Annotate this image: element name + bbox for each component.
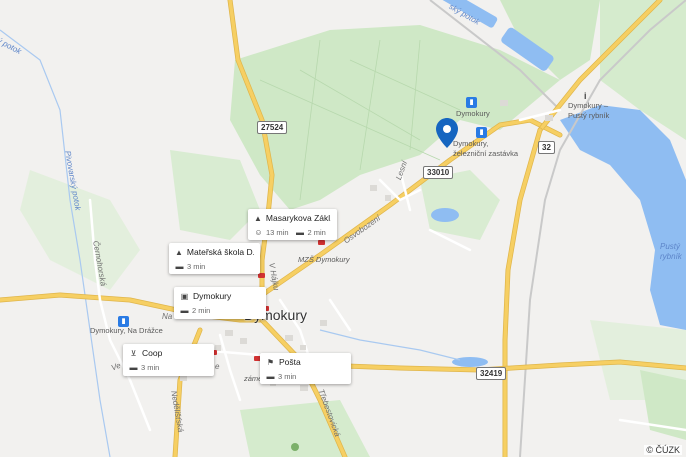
school-icon: ▲ bbox=[254, 213, 262, 223]
station-north-label: Dymokury bbox=[456, 109, 490, 118]
bus-icon: ▣ bbox=[180, 291, 189, 301]
card-drive-time: 3 min bbox=[187, 261, 206, 271]
school-icon: ▲ bbox=[175, 247, 183, 257]
card-drive-time: 2 min bbox=[192, 305, 211, 315]
bus-stop-icon[interactable]: ▮ bbox=[476, 127, 487, 138]
card-title: Pošta bbox=[279, 357, 301, 367]
poi-card-coop[interactable]: ⊻ Coop ▬ 3 min bbox=[123, 344, 214, 376]
poi-card-bus[interactable]: ▣ Dymokury ▬ 2 min bbox=[174, 287, 266, 319]
street-label: e bbox=[215, 362, 220, 371]
poi-marker[interactable] bbox=[258, 273, 265, 278]
bus-stop-icon[interactable]: ▮ bbox=[118, 316, 129, 327]
school-map-label: MZŠ Dymokury bbox=[298, 255, 350, 264]
cart-icon: ⊻ bbox=[130, 348, 137, 358]
train-station-icon[interactable]: ▮ bbox=[466, 97, 477, 108]
road-shield-32: 32 bbox=[538, 141, 555, 154]
station-label: Dymokury, železniční zastávka bbox=[453, 139, 519, 158]
street-label: Na bbox=[162, 312, 173, 321]
info-icon: i bbox=[584, 91, 587, 101]
location-pin-icon[interactable] bbox=[436, 118, 458, 148]
card-drive-time: 2 min bbox=[307, 227, 326, 237]
card-title: Dymokury bbox=[193, 291, 232, 301]
card-walk-time: 13 min bbox=[266, 227, 289, 237]
pond-water-label: Pustý rybník bbox=[660, 242, 682, 261]
tree-icon bbox=[291, 443, 299, 451]
car-icon: ▬ bbox=[129, 362, 138, 372]
card-title: Mateřská škola D... bbox=[186, 247, 254, 257]
car-icon: ▬ bbox=[175, 261, 184, 271]
road-shield-33010: 33010 bbox=[423, 166, 454, 179]
card-drive-time: 3 min bbox=[278, 371, 297, 381]
car-icon: ▬ bbox=[296, 227, 305, 237]
bus-stop-label: Dymokury, Na Drážce bbox=[90, 326, 163, 335]
walk-icon: ☺ bbox=[254, 227, 263, 237]
card-title: Coop bbox=[142, 348, 163, 358]
map-canvas[interactable] bbox=[0, 0, 686, 457]
post-icon: ⚑ bbox=[266, 357, 275, 367]
card-drive-time: 3 min bbox=[141, 362, 160, 372]
small-pond bbox=[431, 208, 459, 222]
car-icon: ▬ bbox=[180, 305, 189, 315]
road-shield-32419: 32419 bbox=[476, 367, 507, 380]
road-shield-27524: 27524 bbox=[257, 121, 288, 134]
map-copyright: © ČÚZK bbox=[644, 445, 682, 455]
car-icon: ▬ bbox=[266, 371, 275, 381]
poi-card-kindergarten[interactable]: ▲ Mateřská škola D... ▬ 3 min bbox=[169, 243, 260, 274]
small-pond bbox=[452, 357, 488, 367]
card-title: Masarykova Zákl... bbox=[265, 213, 331, 223]
pond-label: Dymokury – Pustý rybník bbox=[568, 101, 610, 120]
poi-card-school[interactable]: ▲ Masarykova Zákl... ☺ 13 min ▬ 2 min bbox=[248, 209, 337, 240]
poi-marker[interactable] bbox=[318, 240, 325, 245]
poi-card-post[interactable]: ⚑ Pošta ▬ 3 min bbox=[260, 353, 351, 384]
